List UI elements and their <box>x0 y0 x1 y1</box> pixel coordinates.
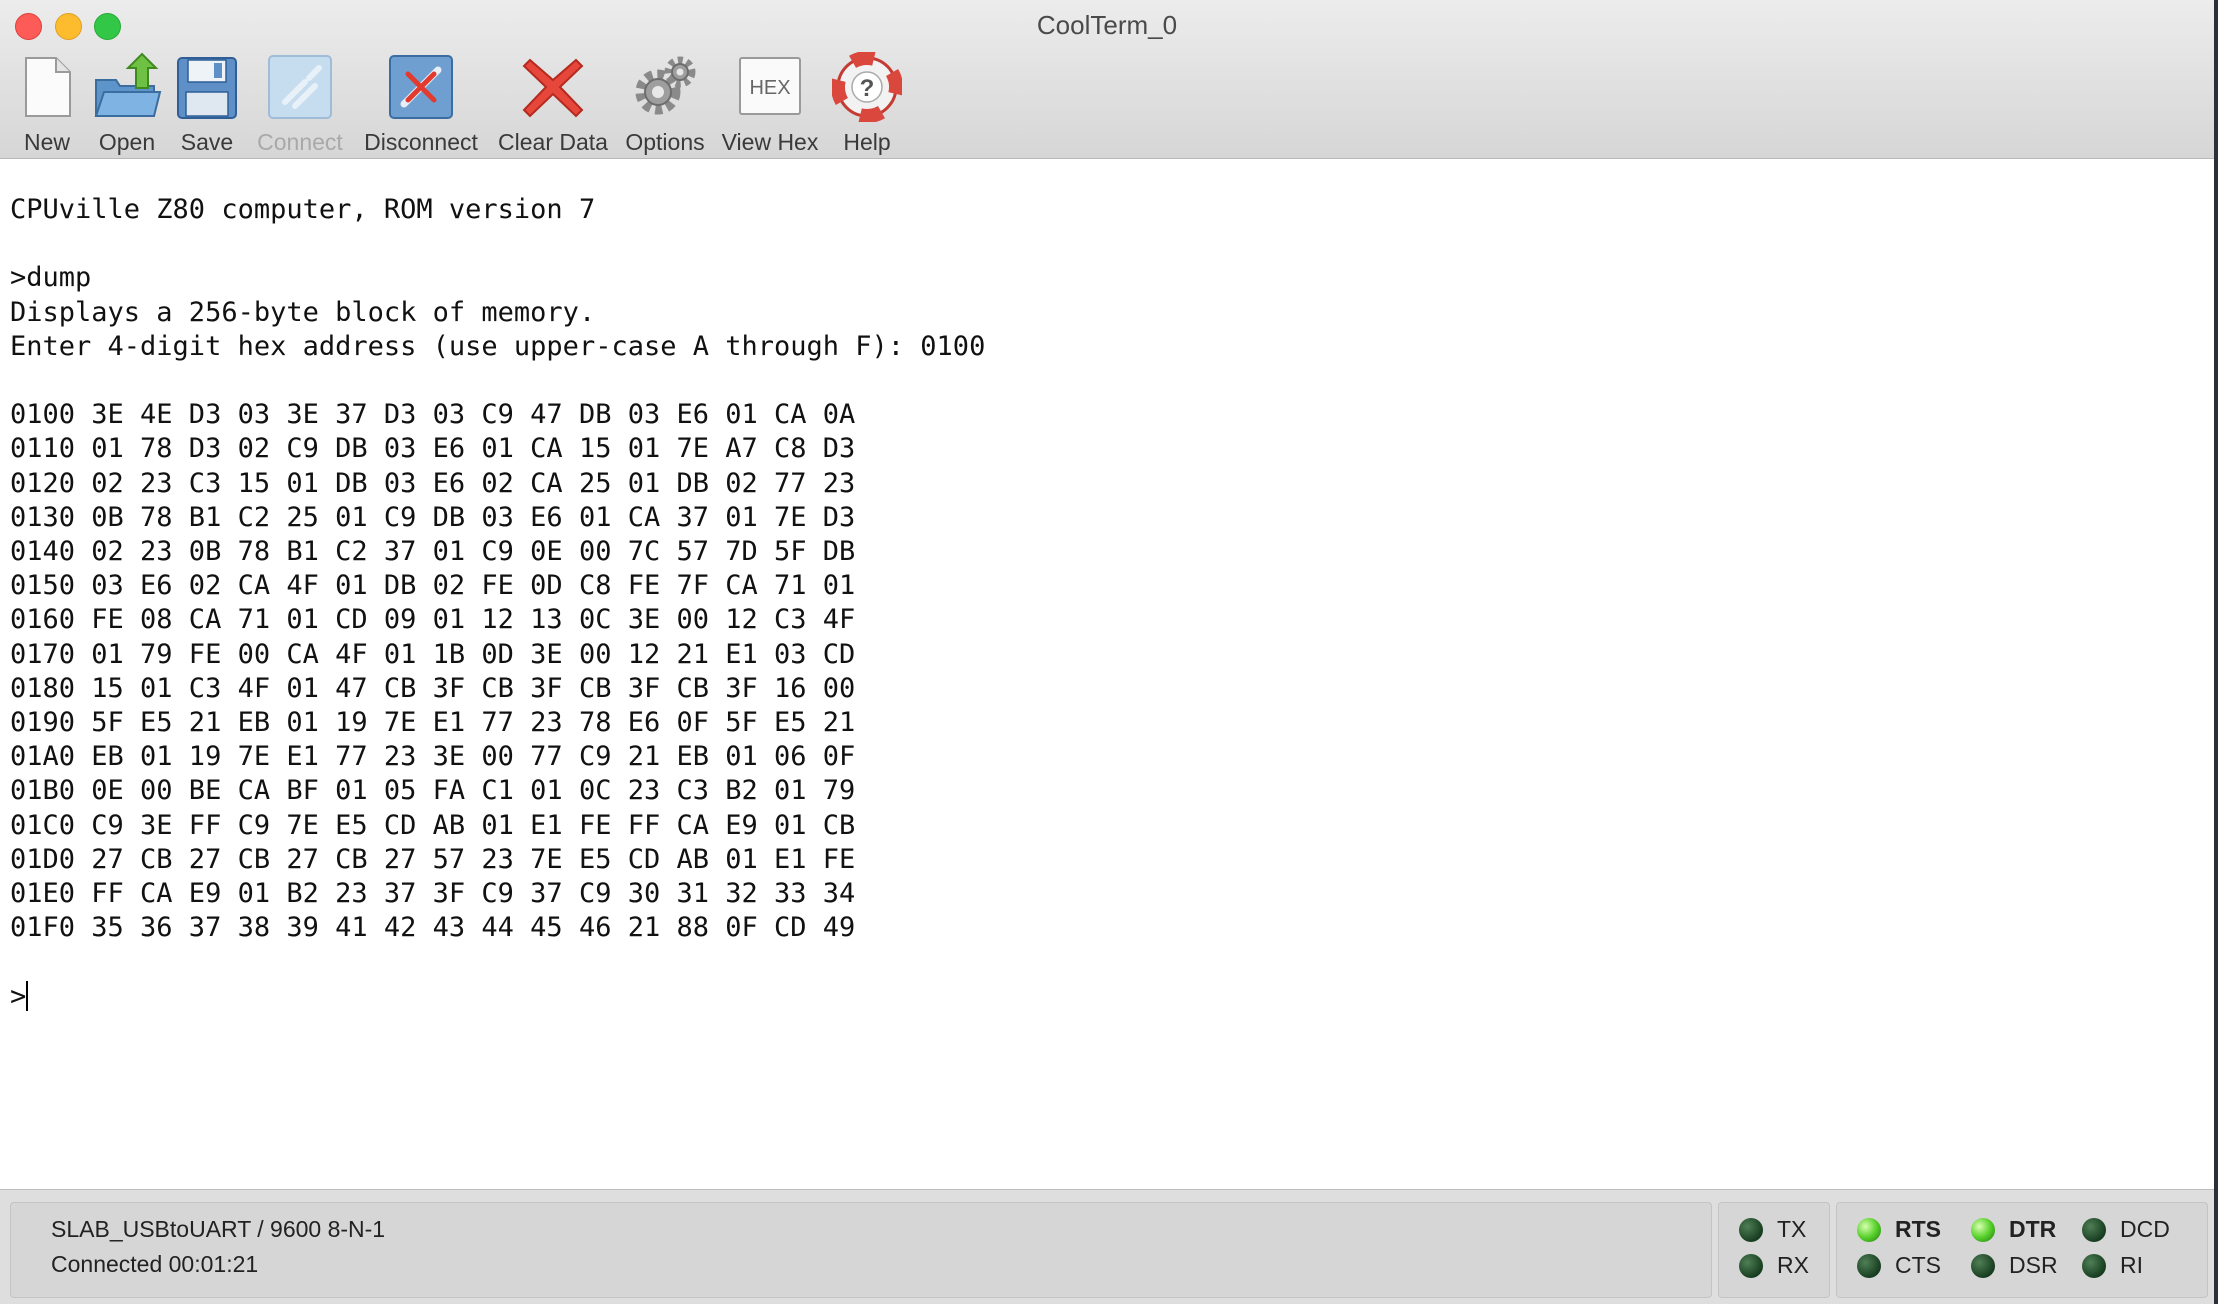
terminal-line: 0150 03 E6 02 CA 4F 01 DB 02 FE 0D C8 FE… <box>10 570 856 602</box>
terminal-line: CPUville Z80 computer, ROM version 7 <box>10 194 596 225</box>
terminal-line: 0140 02 23 0B 78 B1 C2 37 01 C9 0E 00 7C… <box>10 536 856 568</box>
open-folder-icon <box>94 52 162 117</box>
rts-led[interactable] <box>1857 1218 1881 1242</box>
terminal-line: >dump <box>10 262 92 294</box>
window-title: CoolTerm_0 <box>1036 10 1178 40</box>
connect-plug-icon <box>268 55 332 119</box>
ri-label: RI <box>2120 1252 2143 1278</box>
terminal-line: 01B0 0E 00 BE CA BF 01 05 FA C1 01 0C 23… <box>10 775 856 807</box>
terminal-line: 0170 01 79 FE 00 CA 4F 01 1B 0D 3E 00 12… <box>10 638 856 670</box>
disconnect-plug-icon <box>389 55 453 119</box>
terminal-line: Enter 4-digit hex address (use upper-cas… <box>10 330 986 362</box>
options-label: Options <box>625 129 705 155</box>
terminal-line: 0160 FE 08 CA 71 01 CD 09 01 12 13 0C 3E… <box>10 604 856 636</box>
terminal-text: CPUville Z80 computer, ROM version 7 >du… <box>10 193 985 1014</box>
terminal-line: 0120 02 23 C3 15 01 DB 03 E6 02 CA 25 01… <box>10 467 856 499</box>
tx-rx-panel: TX RX <box>1718 1202 1830 1298</box>
toolbar: New Open Save Connect Disconnect Clear D… <box>0 51 2214 156</box>
options-button[interactable]: Options <box>620 52 710 156</box>
dcd-led <box>2082 1218 2106 1242</box>
text-cursor <box>26 980 29 1011</box>
terminal-line: 01A0 EB 01 19 7E E1 77 23 3E 00 77 C9 21… <box>10 741 856 773</box>
terminal-line: 0130 0B 78 B1 C2 25 01 C9 DB 03 E6 01 CA… <box>10 501 856 533</box>
title-bar: CoolTerm_0 New Open Save Connect Disconn… <box>0 0 2214 159</box>
terminal-line: 0100 3E 4E D3 03 3E 37 D3 03 C9 47 DB 03… <box>10 399 856 431</box>
terminal-line: 01F0 35 36 37 38 39 41 42 43 44 45 46 21… <box>10 912 856 944</box>
clear-data-button[interactable]: Clear Data <box>497 52 609 156</box>
terminal-line: 01E0 FF CA E9 01 B2 23 37 3F C9 37 C9 30… <box>10 878 856 910</box>
dcd-label: DCD <box>2120 1216 2170 1242</box>
terminal-output-area[interactable]: CPUville Z80 computer, ROM version 7 >du… <box>0 159 2214 1189</box>
terminal-line: 01D0 27 CB 27 CB 27 CB 27 57 23 7E E5 CD… <box>10 843 856 875</box>
tx-led <box>1739 1218 1763 1242</box>
dsr-led <box>1971 1254 1995 1278</box>
cts-led <box>1857 1254 1881 1278</box>
connect-button[interactable]: Connect <box>255 52 345 156</box>
open-label: Open <box>98 129 156 155</box>
clear-data-label: Clear Data <box>498 129 608 155</box>
terminal-line: Displays a 256-byte block of memory. <box>10 296 596 328</box>
view-hex-button[interactable]: HEX View Hex <box>720 52 820 156</box>
disconnect-label: Disconnect <box>364 129 478 155</box>
save-button[interactable]: Save <box>172 52 242 156</box>
new-button[interactable]: New <box>12 52 82 156</box>
terminal-line: 0110 01 78 D3 02 C9 DB 03 E6 01 CA 15 01… <box>10 433 856 465</box>
open-button[interactable]: Open <box>92 52 162 156</box>
new-label: New <box>23 129 70 155</box>
connection-time-text: Connected 00:01:21 <box>51 1251 259 1277</box>
tx-label: TX <box>1777 1216 1807 1242</box>
help-button[interactable]: ? Help <box>831 51 903 156</box>
disconnect-button[interactable]: Disconnect <box>361 52 481 156</box>
floppy-disk-icon <box>177 57 237 119</box>
status-bar: SLAB_USBtoUART / 9600 8-N-1 Connected 00… <box>0 1189 2214 1304</box>
clear-x-icon <box>522 58 584 118</box>
connect-label: Connect <box>257 129 343 155</box>
svg-text:?: ? <box>860 75 875 102</box>
ri-led <box>2082 1254 2106 1278</box>
hex-icon-text: HEX <box>749 77 790 99</box>
help-label: Help <box>843 129 891 155</box>
gear-icon <box>635 56 696 115</box>
rts-label: RTS <box>1895 1216 1941 1242</box>
line-status-panel: RTS CTS DTR DSR DCD RI <box>1836 1202 2208 1298</box>
lifebuoy-help-icon: ? <box>831 51 903 123</box>
new-document-icon <box>25 57 71 117</box>
terminal-prompt: > <box>10 980 27 1012</box>
hex-icon: HEX <box>739 57 801 115</box>
terminal-line: 0180 15 01 C3 4F 01 47 CB 3F CB 3F CB 3F… <box>10 672 856 704</box>
coolterm-window: CoolTerm_0 New Open Save Connect Disconn… <box>0 0 2214 1304</box>
view-hex-label: View Hex <box>721 129 819 155</box>
dtr-led[interactable] <box>1971 1218 1995 1242</box>
dsr-label: DSR <box>2009 1252 2058 1278</box>
cts-label: CTS <box>1895 1252 1941 1278</box>
terminal-line: 0190 5F E5 21 EB 01 19 7E E1 77 23 78 E6… <box>10 707 856 739</box>
rx-label: RX <box>1777 1252 1809 1278</box>
connection-info-panel: SLAB_USBtoUART / 9600 8-N-1 Connected 00… <box>10 1202 1712 1298</box>
terminal-line: 01C0 C9 3E FF C9 7E E5 CD AB 01 E1 FE FF… <box>10 809 856 841</box>
port-settings-text: SLAB_USBtoUART / 9600 8-N-1 <box>51 1216 386 1242</box>
rx-led <box>1739 1254 1763 1278</box>
dtr-label: DTR <box>2009 1216 2057 1242</box>
save-label: Save <box>180 129 234 155</box>
